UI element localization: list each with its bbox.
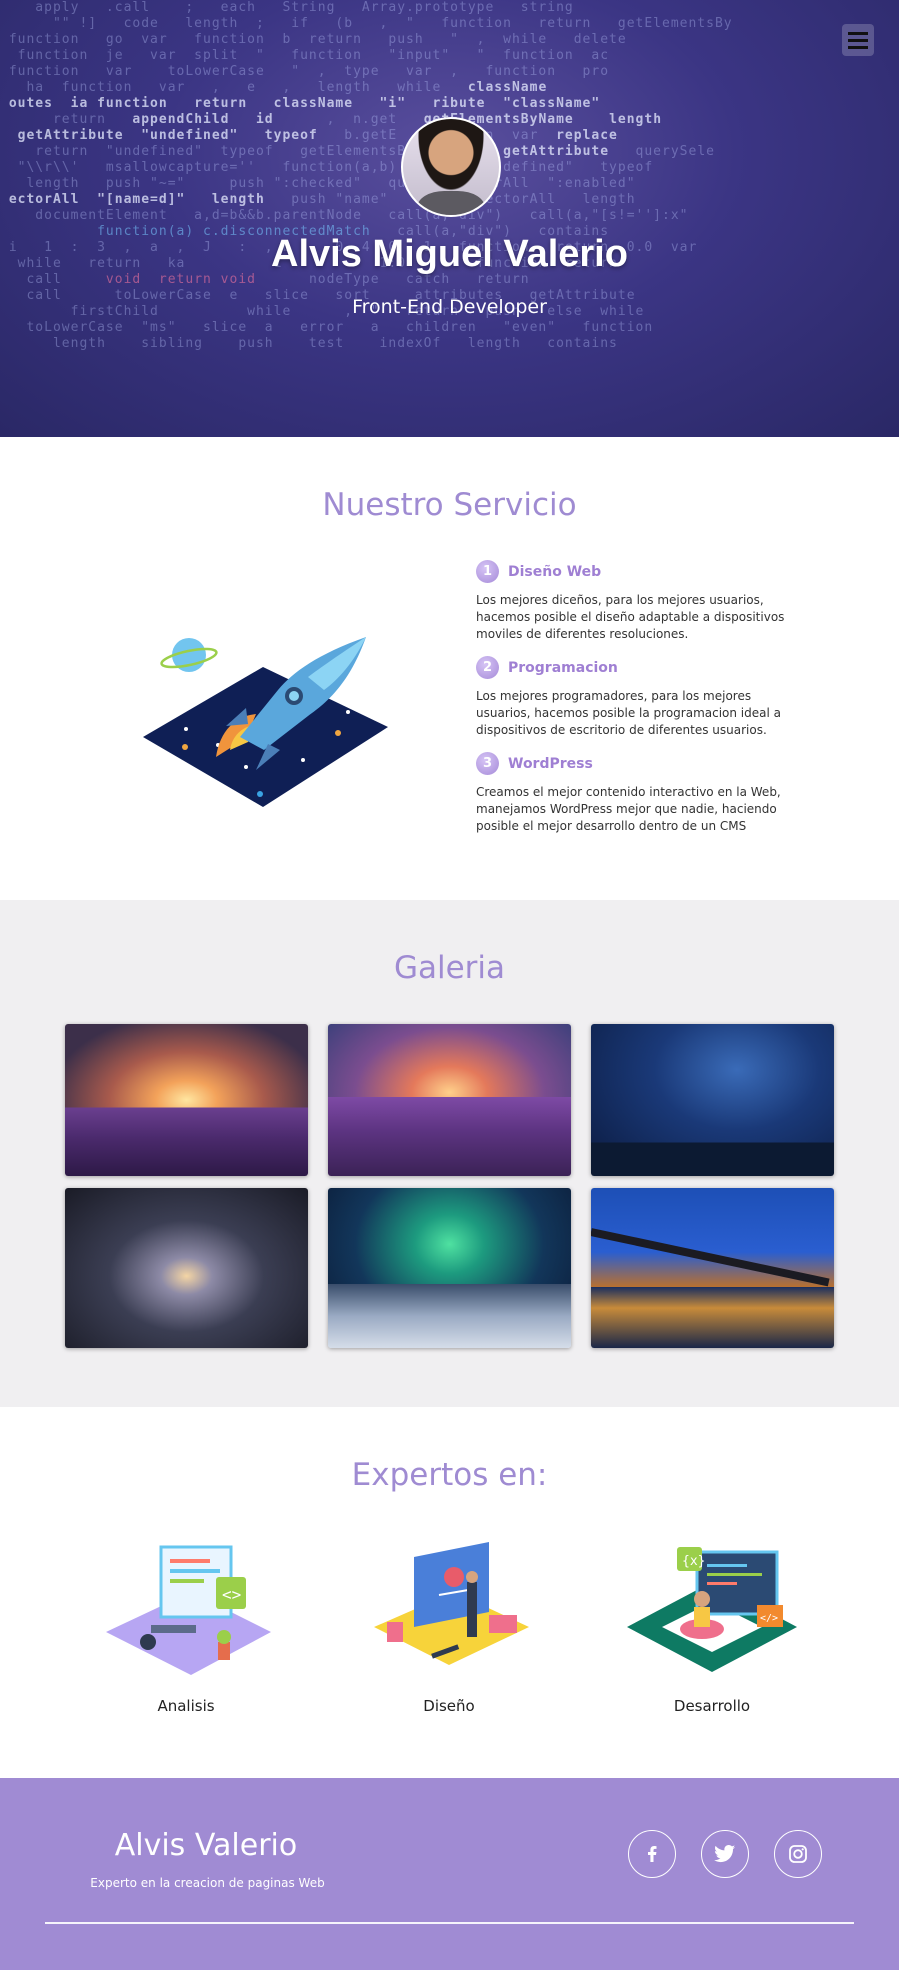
instagram-icon[interactable] (774, 1830, 822, 1878)
hero-title: Alvis Miguel Valerio (271, 233, 628, 275)
experts-title: Expertos en: (351, 1457, 548, 1493)
design-illustration (374, 1542, 529, 1665)
gallery-photo-lavender-path[interactable] (328, 1024, 571, 1176)
footer: Alvis Valerio Experto en la creacion de … (0, 1778, 899, 1970)
expert-label: Desarrollo (673, 1697, 751, 1715)
gallery-photo-bridge-night[interactable] (591, 1188, 834, 1348)
service-title: WordPress (508, 755, 593, 772)
gallery-photo-night-sky[interactable] (591, 1024, 834, 1176)
svg-text:<>: <> (222, 1585, 241, 1604)
service-description: Los mejores diceños, para los mejores us… (476, 593, 785, 641)
gallery-title: Galeria (393, 950, 506, 986)
experts-section: Expertos en: <> Analisis Diseño {x} </> … (0, 1407, 899, 1778)
expert-label: Analisis (157, 1697, 215, 1715)
avatar (401, 117, 501, 217)
facebook-icon[interactable] (628, 1830, 676, 1878)
hero-banner: apply .call ; each String Array.prototyp… (0, 0, 899, 437)
services-title: Nuestro Servicio (322, 487, 577, 523)
twitter-icon[interactable] (701, 1830, 749, 1878)
gallery-photo-fisheye-landscape[interactable] (65, 1188, 308, 1348)
service-item: 2 Programacion Los mejores programadores… (476, 656, 796, 739)
expert-analisis: <> Analisis (91, 1537, 281, 1715)
gallery-photo-aurora[interactable] (328, 1188, 571, 1348)
hero-subtitle: Front-End Developer (352, 296, 547, 318)
gallery-section: Galeria (0, 900, 899, 1407)
analysis-illustration: <> (106, 1545, 271, 1675)
svg-text:</>: </> (760, 1613, 778, 1624)
expert-diseno: Diseño (354, 1537, 544, 1715)
rocket-illustration (143, 637, 388, 807)
expert-desarrollo: {x} </> Desarrollo (617, 1537, 807, 1715)
footer-tagline: Experto en la creacion de paginas Web (90, 1876, 325, 1890)
service-item: 1 Diseño Web Los mejores diceños, para l… (476, 560, 796, 643)
hamburger-icon[interactable] (842, 24, 874, 56)
footer-divider (45, 1922, 854, 1924)
service-description: Los mejores programadores, para los mejo… (476, 689, 781, 737)
services-list: 1 Diseño Web Los mejores diceños, para l… (476, 560, 796, 848)
services-section: Nuestro Servicio 1 Diseño Web Los mejore… (0, 437, 899, 900)
service-description: Creamos el mejor contenido interactivo e… (476, 785, 781, 833)
code-background: apply .call ; each String Array.prototyp… (8, 0, 733, 351)
service-title: Diseño Web (508, 563, 602, 580)
footer-name: Alvis Valerio (114, 1828, 298, 1863)
number-badge: 2 (476, 656, 499, 679)
service-title: Programacion (508, 659, 618, 676)
number-badge: 1 (476, 560, 499, 583)
gallery-photo-lavender-sunset[interactable] (65, 1024, 308, 1176)
number-badge: 3 (476, 752, 499, 775)
expert-label: Diseño (423, 1697, 475, 1715)
svg-text:{x}: {x} (682, 1554, 705, 1569)
development-illustration: {x} </> (627, 1547, 797, 1672)
service-item: 3 WordPress Creamos el mejor contenido i… (476, 752, 796, 835)
